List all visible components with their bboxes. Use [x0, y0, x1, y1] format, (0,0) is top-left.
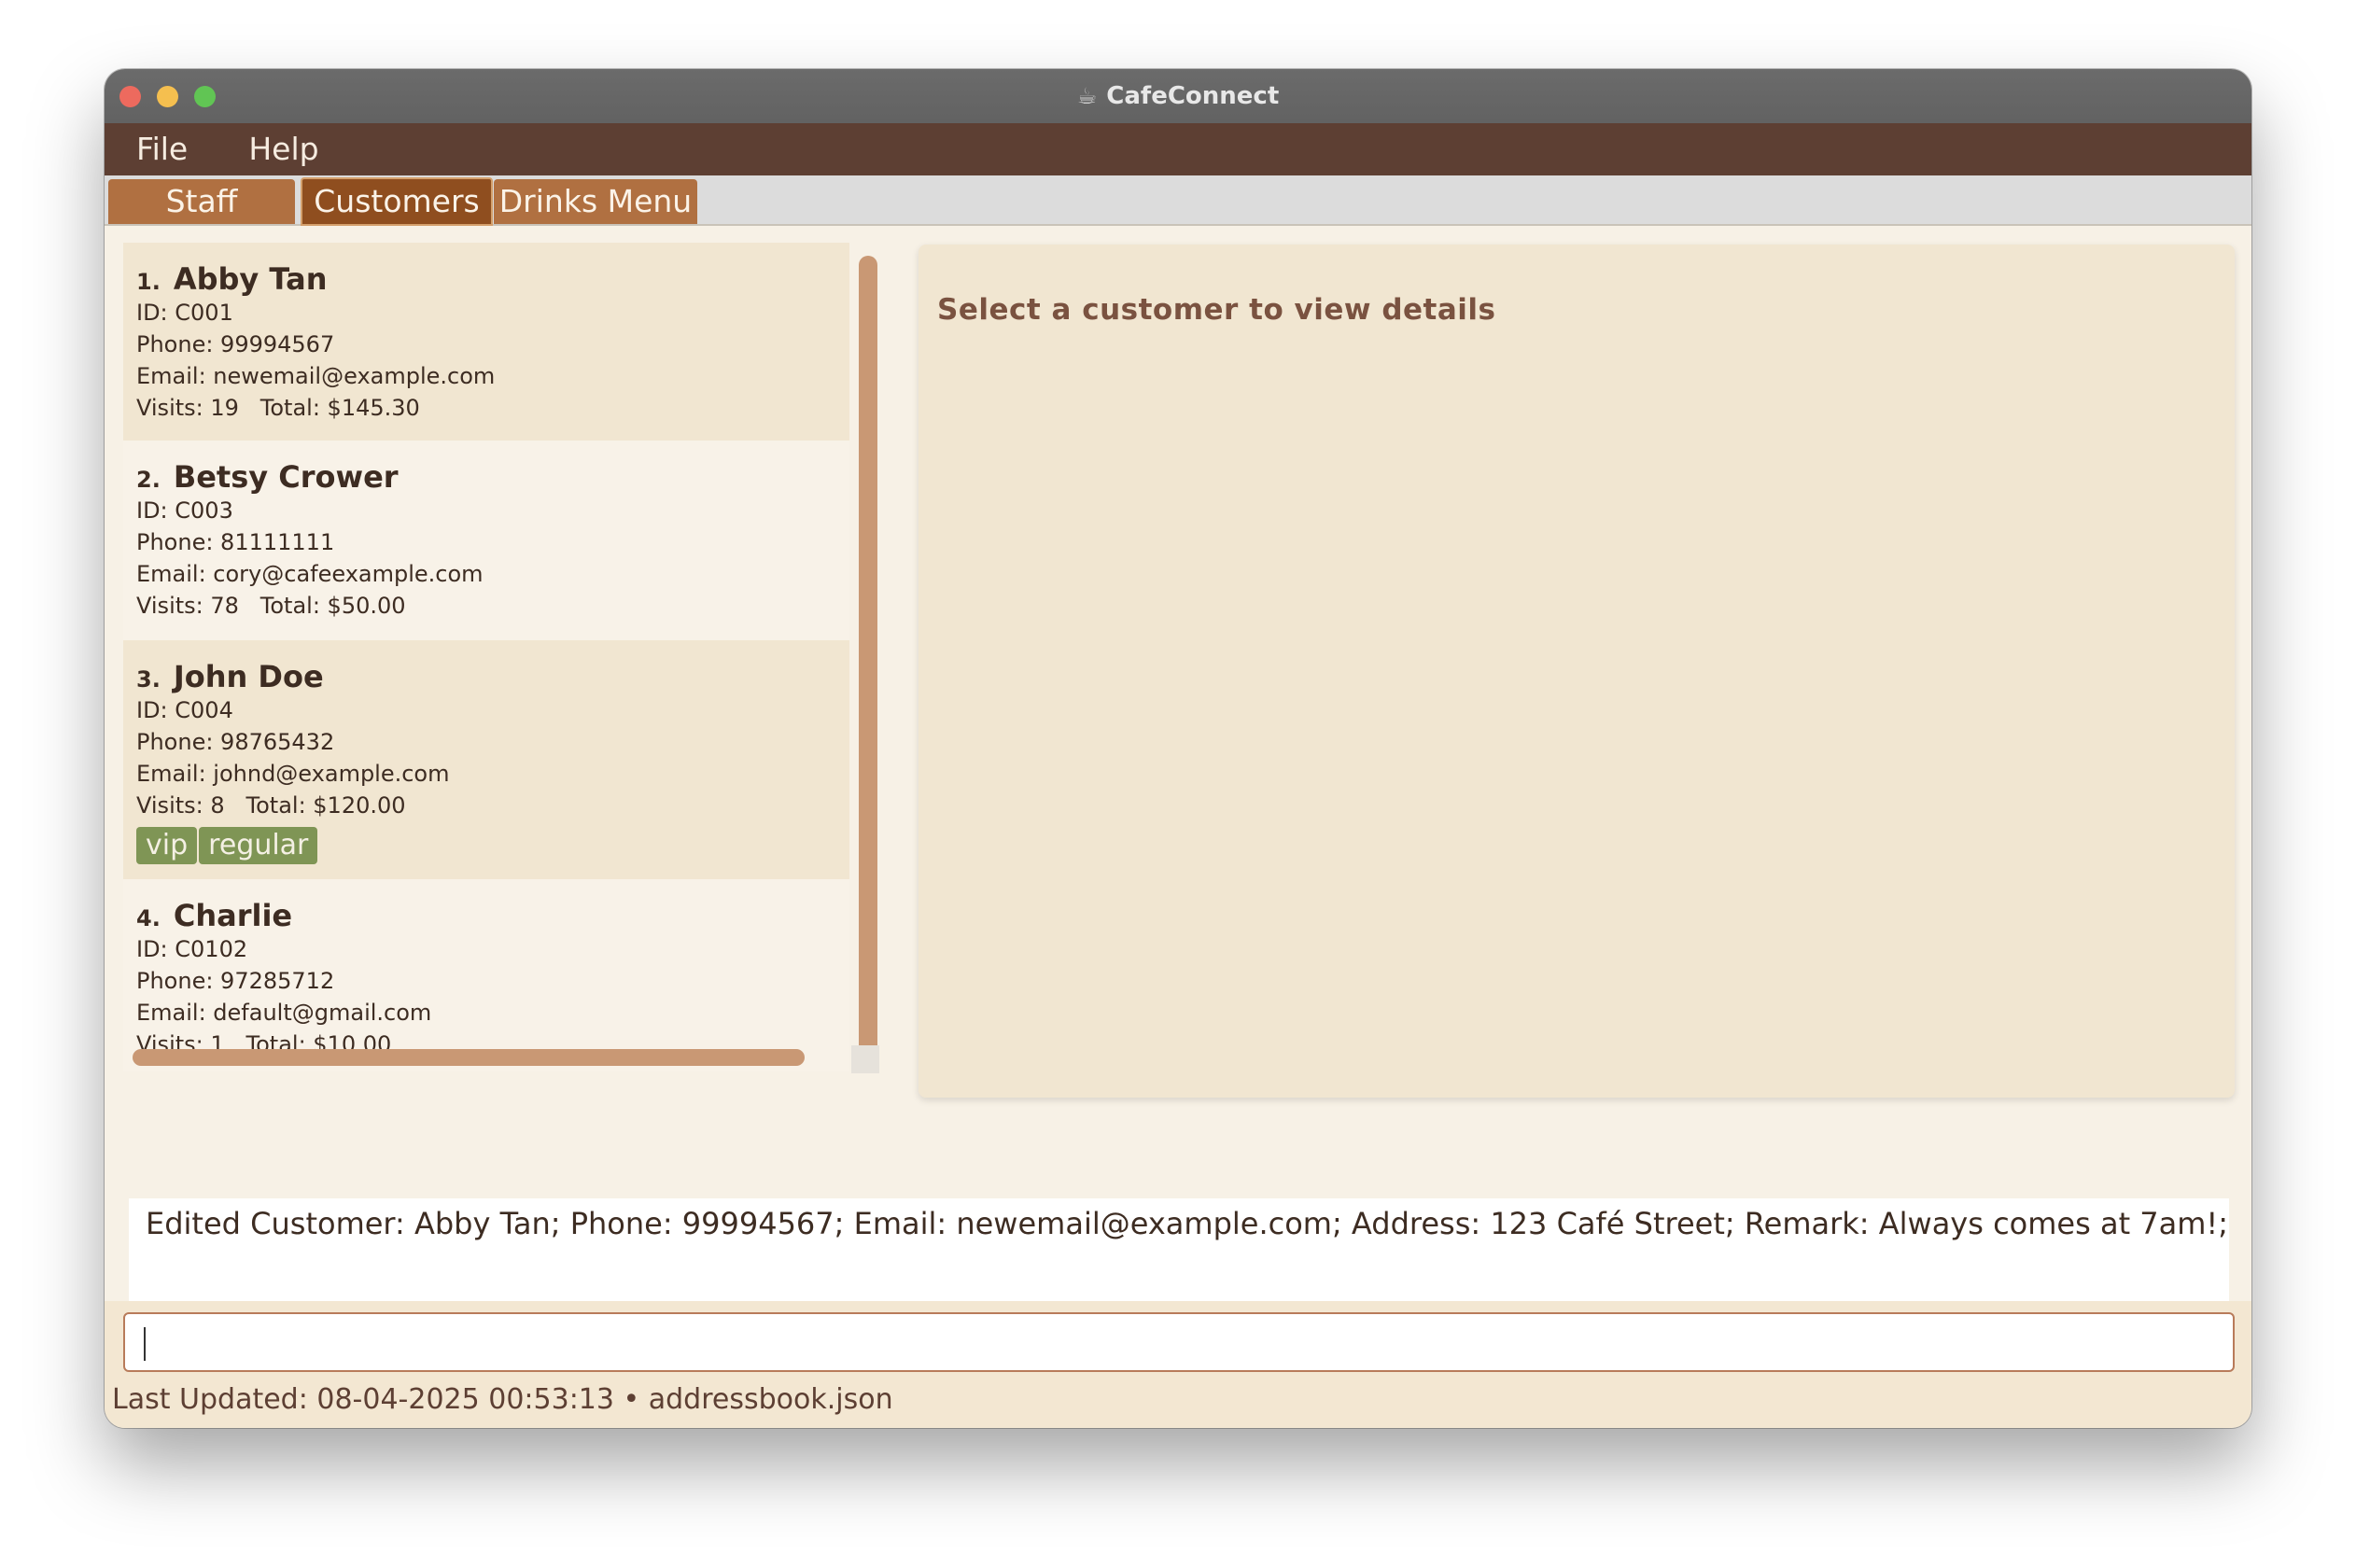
customer-id: ID: C003: [136, 497, 233, 524]
window-title: ☕ CafeConnect: [1076, 82, 1280, 110]
tab-drinks-menu[interactable]: Drinks Menu: [494, 179, 697, 224]
customer-name: Betsy Crower: [173, 459, 399, 495]
tag-list: vip regular: [136, 827, 849, 864]
customer-phone: Phone: 98765432: [136, 729, 335, 755]
customer-stats: Visits: 78 Total: $50.00: [136, 593, 406, 619]
customer-email: Email: default@gmail.com: [136, 1000, 432, 1026]
customer-index: 3.: [136, 666, 161, 693]
customer-index: 2.: [136, 467, 161, 493]
customer-id: ID: C0102: [136, 936, 248, 962]
tab-customers[interactable]: Customers: [301, 177, 493, 226]
customer-id: ID: C001: [136, 300, 233, 326]
detail-placeholder-text: Select a customer to view details: [937, 293, 1496, 327]
tab-staff[interactable]: Staff: [108, 179, 295, 224]
tag-vip: vip: [136, 827, 198, 864]
scroll-corner: [851, 1045, 879, 1073]
customer-stats: Visits: 8 Total: $120.00: [136, 792, 406, 819]
customer-card[interactable]: 2. Betsy Crower ID: C003 Phone: 81111111 …: [123, 441, 849, 640]
customer-index: 1.: [136, 269, 161, 295]
status-bar: Last Updated: 08-04-2025 00:53:13 • addr…: [112, 1383, 893, 1416]
customer-phone: Phone: 97285712: [136, 968, 335, 994]
customer-id: ID: C004: [136, 697, 233, 723]
result-text: Edited Customer: Abby Tan; Phone: 999945…: [146, 1206, 2229, 1241]
customer-email: Email: cory@cafeexample.com: [136, 561, 484, 587]
customer-phone: Phone: 99994567: [136, 331, 335, 357]
text-cursor: [144, 1327, 146, 1361]
customer-phone: Phone: 81111111: [136, 529, 335, 555]
coffee-cup-icon: ☕: [1076, 83, 1098, 109]
customer-detail-panel: Select a customer to view details: [919, 245, 2235, 1098]
tab-bar: Staff Customers Drinks Menu: [105, 175, 2251, 226]
menu-bar: File Help: [105, 123, 2251, 175]
app-window: ☕ CafeConnect File Help Staff Customers D…: [105, 69, 2251, 1428]
tag-regular: regular: [199, 827, 318, 864]
customer-stats: Visits: 19 Total: $145.30: [136, 395, 420, 421]
customer-email: Email: johnd@example.com: [136, 761, 450, 787]
title-bar: ☕ CafeConnect: [105, 69, 2251, 124]
command-input[interactable]: [123, 1312, 2235, 1372]
customer-list-vertical-scrollbar[interactable]: [859, 256, 877, 1055]
customer-name: Abby Tan: [173, 261, 328, 297]
customer-name: John Doe: [173, 659, 324, 694]
customer-index: 4.: [136, 905, 161, 931]
customer-card[interactable]: 1. Abby Tan ID: C001 Phone: 99994567 Emai…: [123, 243, 849, 441]
main-content: 1. Abby Tan ID: C001 Phone: 99994567 Emai…: [105, 226, 2251, 1355]
menu-file[interactable]: File: [136, 123, 188, 175]
menu-help[interactable]: Help: [248, 123, 318, 175]
customer-list-horizontal-scrollbar[interactable]: [133, 1049, 805, 1066]
customer-email: Email: newemail@example.com: [136, 363, 496, 389]
customer-card[interactable]: 4. Charlie ID: C0102 Phone: 97285712 Emai…: [123, 879, 849, 1071]
customer-card[interactable]: 3. John Doe ID: C004 Phone: 98765432 Emai…: [123, 640, 849, 879]
customer-name: Charlie: [173, 898, 293, 933]
customer-list[interactable]: 1. Abby Tan ID: C001 Phone: 99994567 Emai…: [123, 243, 849, 1071]
bottom-area: Last Updated: 08-04-2025 00:53:13 • addr…: [105, 1301, 2251, 1428]
